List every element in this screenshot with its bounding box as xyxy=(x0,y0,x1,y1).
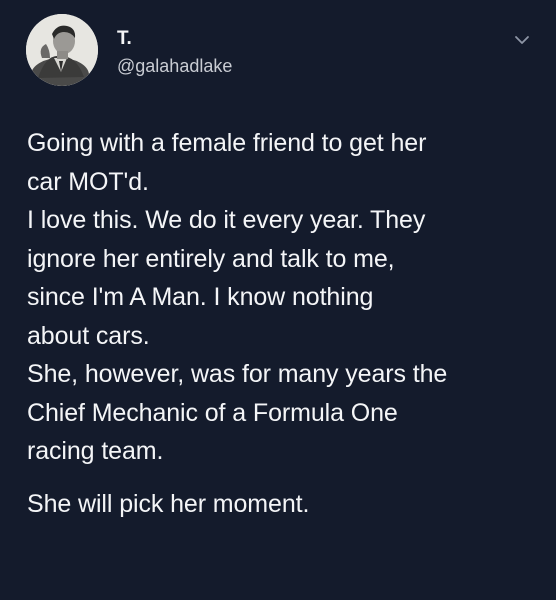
tweet-line: racing team. xyxy=(27,437,164,465)
tweet-line: about cars. xyxy=(27,321,150,350)
tweet-line: I love this. We do it every year. They xyxy=(27,206,426,234)
tweet-line: since I'm A Man. I know nothing xyxy=(27,283,374,311)
tweet-line: She, however, was for many years the xyxy=(27,360,448,388)
tweet-line: She will pick her moment. xyxy=(27,489,310,518)
tweet-header: T. @galahadlake xyxy=(26,14,536,94)
avatar-portrait-icon xyxy=(26,14,98,86)
display-name[interactable]: T. xyxy=(117,28,132,50)
tweet-line: ignore her entirely and talk to me, xyxy=(27,244,395,273)
tweet-line: Chief Mechanic of a Formula One xyxy=(27,398,398,427)
tweet-line: car MOT'd. xyxy=(27,167,149,196)
tweet-text: Going with a female friend to get her ca… xyxy=(27,124,537,523)
tweet-line: Going with a female friend to get her xyxy=(27,129,427,157)
user-handle[interactable]: @galahadlake xyxy=(117,55,232,77)
chevron-down-icon[interactable] xyxy=(514,32,530,44)
tweet-card: T. @galahadlake Going with a female frie… xyxy=(0,0,556,600)
avatar[interactable] xyxy=(26,14,98,86)
